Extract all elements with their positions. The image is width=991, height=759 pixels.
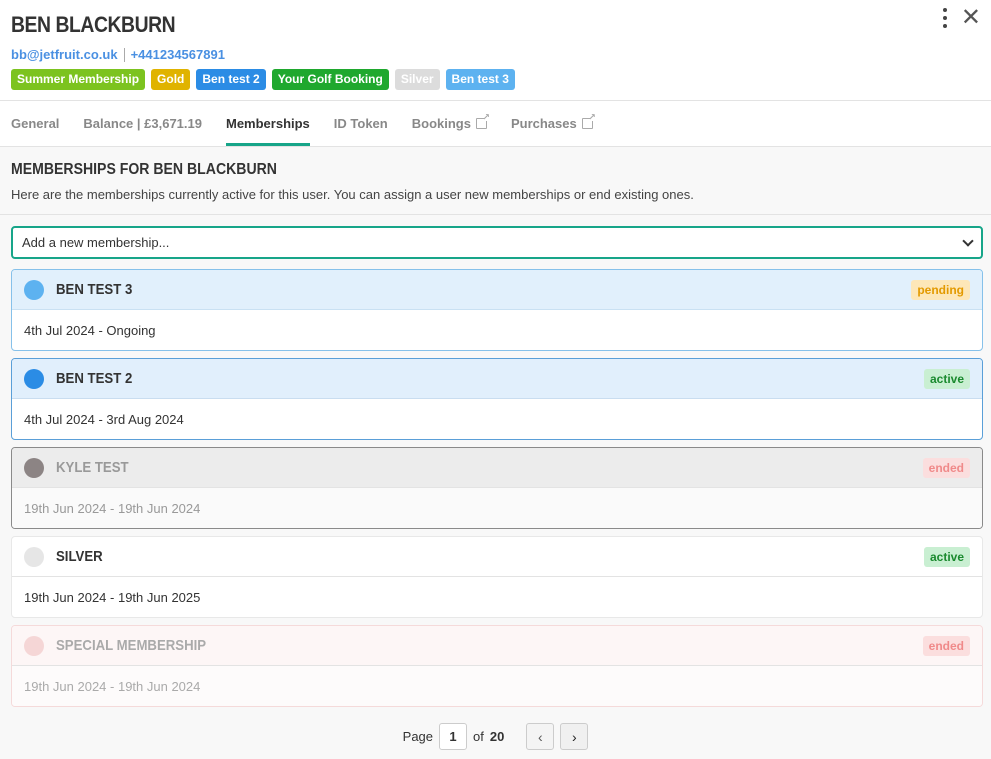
tab-purchases[interactable]: Purchases (511, 101, 596, 146)
tab-balance[interactable]: Balance | £3,671.19 (83, 101, 202, 146)
tab-id-token[interactable]: ID Token (334, 101, 388, 146)
tab-bar: General Balance | £3,671.19 Memberships … (0, 101, 991, 147)
membership-dates: 4th Jul 2024 - 3rd Aug 2024 (24, 412, 184, 427)
tab-bookings[interactable]: Bookings (412, 101, 490, 146)
page-total: 20 (489, 729, 505, 744)
status-badge: pending (911, 279, 970, 300)
membership-card[interactable]: BEN TEST 2 active 4th Jul 2024 - 3rd Aug… (11, 358, 983, 440)
tag-silver[interactable]: Silver (394, 69, 440, 90)
external-link-icon (581, 112, 596, 129)
user-header: BEN BLACKBURN bb@jetfruit.co.uk +4412345… (0, 0, 991, 101)
external-link-icon (475, 112, 490, 129)
tab-memberships[interactable]: Memberships (225, 101, 310, 146)
tag-list: Summer Membership Gold Ben test 2 Your G… (11, 69, 980, 90)
membership-dates: 19th Jun 2024 - 19th Jun 2025 (24, 590, 201, 605)
tag-ben-test-3[interactable]: Ben test 3 (445, 69, 515, 90)
phone-link[interactable]: +441234567891 (131, 47, 225, 62)
tab-general[interactable]: General (11, 101, 59, 146)
membership-list: BEN TEST 3 pending 4th Jul 2024 - Ongoin… (0, 259, 991, 707)
chevron-down-icon (962, 234, 974, 247)
membership-card[interactable]: BEN TEST 3 pending 4th Jul 2024 - Ongoin… (11, 269, 983, 351)
section-description: Here are the memberships currently activ… (11, 187, 694, 202)
kebab-menu-icon[interactable] (941, 8, 949, 28)
user-name: BEN BLACKBURN (11, 12, 176, 37)
pagination: Page 1 of 20 ‹ › (0, 723, 991, 750)
tag-summer-membership[interactable]: Summer Membership (11, 69, 146, 90)
membership-dates: 4th Jul 2024 - Ongoing (24, 323, 156, 338)
tag-gold[interactable]: Gold (151, 69, 191, 90)
membership-name: BEN TEST 3 (56, 281, 133, 298)
select-placeholder: Add a new membership... (22, 235, 170, 250)
chevron-left-icon[interactable]: ‹ (526, 723, 555, 750)
status-badge: ended (922, 635, 970, 656)
color-dot (24, 457, 44, 478)
membership-name: KYLE TEST (56, 459, 129, 476)
color-dot (24, 279, 44, 300)
color-dot (24, 635, 44, 656)
divider (123, 47, 125, 62)
page-label: Page (402, 729, 434, 744)
membership-name: SPECIAL MEMBERSHIP (56, 637, 207, 654)
close-icon[interactable]: ✕ (961, 6, 981, 30)
membership-name: BEN TEST 2 (56, 370, 133, 387)
color-dot (24, 546, 44, 567)
email-link[interactable]: bb@jetfruit.co.uk (11, 47, 118, 62)
tag-your-golf-booking[interactable]: Your Golf Booking (271, 69, 389, 90)
page-number-input[interactable]: 1 (439, 723, 468, 750)
membership-dates: 19th Jun 2024 - 19th Jun 2024 (12, 666, 982, 706)
add-membership-select[interactable]: Add a new membership... (11, 226, 983, 259)
memberships-panel: MEMBERSHIPS FOR BEN BLACKBURN Here are t… (0, 147, 991, 759)
status-badge: active (923, 368, 970, 389)
of-label: of (473, 729, 484, 744)
membership-dates: 19th Jun 2024 - 19th Jun 2024 (12, 488, 982, 528)
membership-card[interactable]: SILVER active 19th Jun 2024 - 19th Jun 2… (11, 536, 983, 618)
tag-ben-test-2[interactable]: Ben test 2 (196, 69, 266, 90)
status-badge: active (923, 546, 970, 567)
contact-line: bb@jetfruit.co.uk +441234567891 (11, 47, 980, 62)
color-dot (24, 368, 44, 389)
section-title: MEMBERSHIPS FOR BEN BLACKBURN (11, 161, 277, 178)
membership-card[interactable]: SPECIAL MEMBERSHIP ended 19th Jun 2024 -… (11, 625, 983, 707)
membership-card[interactable]: KYLE TEST ended 19th Jun 2024 - 19th Jun… (11, 447, 983, 529)
membership-name: SILVER (56, 548, 103, 565)
status-badge: ended (922, 457, 970, 478)
chevron-right-icon[interactable]: › (560, 723, 589, 750)
